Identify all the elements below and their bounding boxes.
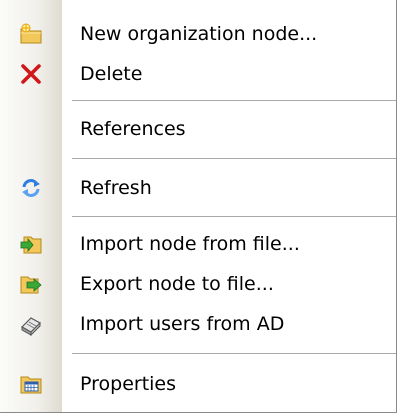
menu-separator	[72, 216, 396, 217]
menu-item-refresh[interactable]: Refresh	[0, 172, 396, 204]
menu-item-label: References	[80, 118, 186, 140]
menu-separator	[72, 100, 396, 101]
export-node-icon	[19, 272, 43, 296]
menu-item-label: Properties	[80, 373, 177, 395]
menu-item-label: Refresh	[80, 177, 152, 199]
properties-icon	[19, 372, 43, 396]
menu-item-new-organization-node[interactable]: New organization node...	[0, 18, 396, 50]
menu-item-import-node-from-file[interactable]: Import node from file...	[0, 228, 396, 260]
menu-item-label: Import node from file...	[80, 233, 300, 255]
menu-item-label: Delete	[80, 63, 143, 85]
delete-x-icon	[19, 62, 43, 86]
import-node-icon	[19, 232, 43, 256]
menu-item-label: Import users from AD	[80, 313, 285, 335]
refresh-icon	[19, 176, 43, 200]
menu-separator	[72, 353, 396, 354]
menu-separator	[72, 158, 396, 159]
import-users-icon	[19, 312, 43, 336]
menu-item-label: New organization node...	[80, 23, 318, 45]
menu-item-properties[interactable]: Properties	[0, 368, 396, 400]
menu-item-label: Export node to file...	[80, 273, 274, 295]
new-node-icon	[19, 22, 43, 46]
context-menu: New organization node... Delete Referenc…	[0, 0, 397, 413]
menu-item-references[interactable]: References	[0, 113, 396, 145]
menu-item-export-node-to-file[interactable]: Export node to file...	[0, 268, 396, 300]
menu-item-delete[interactable]: Delete	[0, 58, 396, 90]
menu-item-import-users-from-ad[interactable]: Import users from AD	[0, 308, 396, 340]
